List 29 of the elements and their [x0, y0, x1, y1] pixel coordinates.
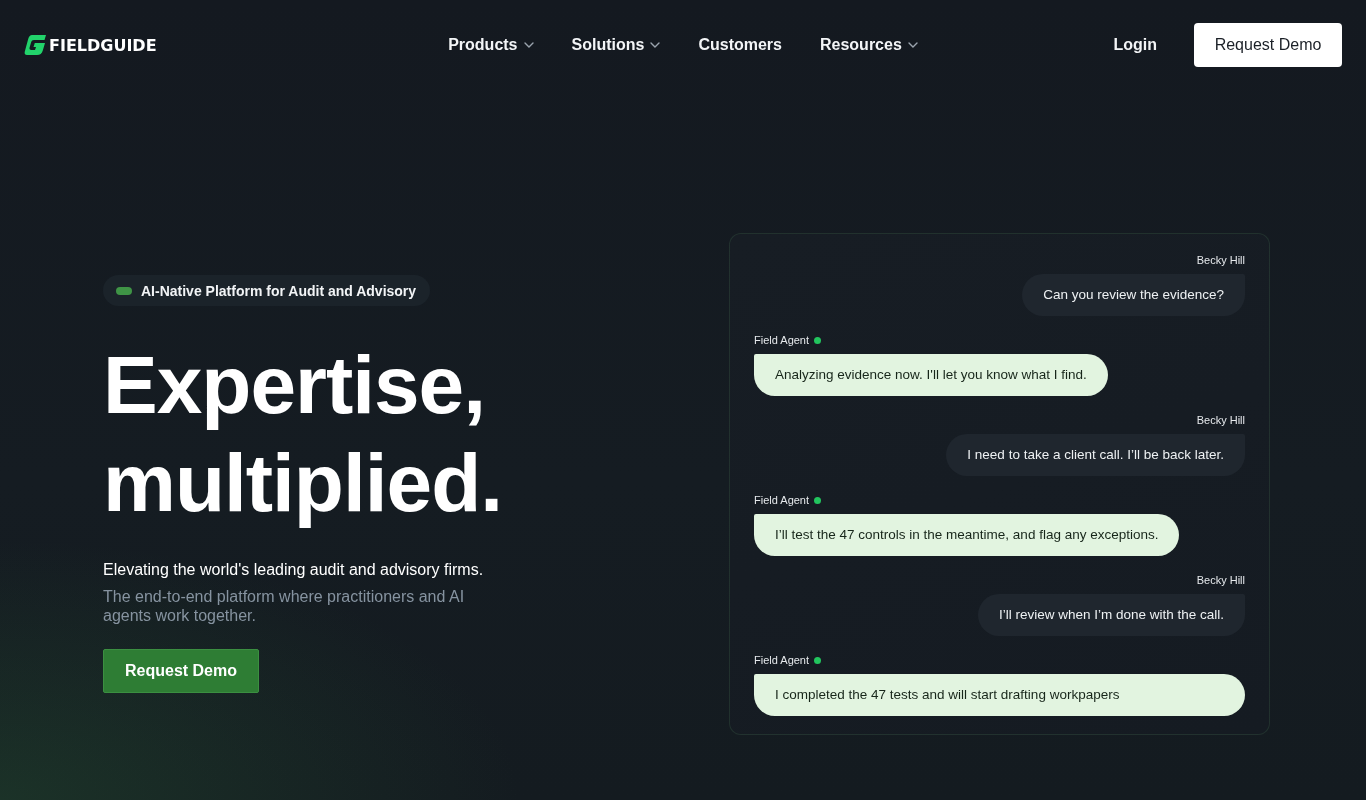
nav-link[interactable]: Resources — [820, 36, 918, 54]
status-dot-icon — [814, 496, 822, 504]
message-bubble: I need to take a client call. I’ll be back later. — [946, 434, 1245, 476]
hero-tagline: Elevating the world's leading audit and advisory firms. — [103, 560, 484, 580]
message-bubble: I’ll test the 47 controls in the meantime, and flag any exceptions. — [754, 514, 1180, 556]
request-demo-button[interactable]: Request Demo — [103, 649, 259, 693]
message-bubble: I completed the 47 tests and will start drafting workpapers — [754, 674, 1245, 716]
sender-name: Becky Hill — [1196, 253, 1245, 267]
hero-headline: Expertise, multiplied. — [103, 338, 503, 530]
nav-link[interactable]: Solutions — [571, 36, 661, 54]
status-dot-icon — [814, 336, 822, 344]
sender-name: Becky Hill — [1196, 573, 1245, 587]
logo-icon — [24, 34, 46, 56]
sender-name: Field Agent — [754, 493, 810, 507]
sender-name: Field Agent — [754, 653, 810, 667]
logo-link[interactable]: FIELDGUIDE — [24, 34, 157, 56]
request-demo-button[interactable]: Request Demo — [1194, 23, 1342, 67]
sender-name: Field Agent — [754, 333, 810, 347]
nav-link[interactable]: Products — [448, 36, 534, 54]
hero-description: The end-to-end platform where practitioners and AI agents work together. — [103, 587, 466, 625]
message-bubble: Can you review the evidence? — [1022, 274, 1245, 316]
pill-icon — [116, 286, 132, 295]
message-bubble: Analyzing evidence now. I'll let you know what I find. — [754, 354, 1108, 396]
message-bubble: I’ll review when I’m done with the call. — [977, 594, 1245, 636]
nav-link[interactable]: Customers — [698, 36, 782, 54]
login-link[interactable]: Login — [1113, 36, 1157, 54]
sender-name: Becky Hill — [1196, 413, 1245, 427]
status-dot-icon — [814, 656, 822, 664]
badge-text: AI-Native Platform for Audit and Advisory — [141, 282, 417, 299]
